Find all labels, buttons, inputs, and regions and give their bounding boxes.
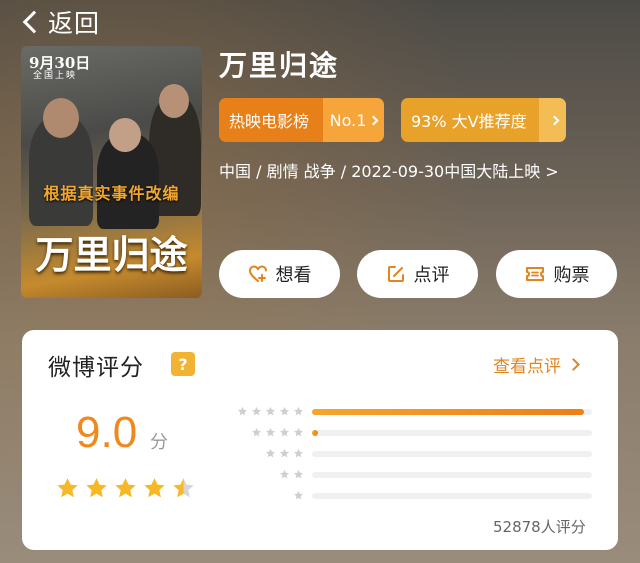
- rating-score-unit: 分: [150, 432, 168, 453]
- ticket-icon: [525, 267, 544, 281]
- rating-card-title: 微博评分: [48, 355, 144, 381]
- rating-distribution-row: [234, 490, 592, 501]
- want-to-watch-label: 想看: [275, 265, 312, 286]
- star-icon: [144, 478, 165, 498]
- small-star-icon: [238, 406, 247, 416]
- poster-tagline: 根据真实事件改编: [43, 184, 180, 203]
- poster-head: [109, 118, 141, 152]
- movie-meta-link[interactable]: 中国 / 剧情 战争 / 2022-09-30中国大陆上映 >: [219, 158, 559, 182]
- chevron-right-icon: [368, 115, 379, 125]
- hot-rank-label: 热映电影榜: [229, 112, 310, 131]
- buy-ticket-button[interactable]: 购票: [496, 250, 617, 298]
- rating-distribution-row: [234, 448, 592, 459]
- rating-bar-track: [312, 430, 592, 436]
- star-icon: [115, 478, 136, 498]
- poster-subtitle: 全国上映: [33, 71, 78, 81]
- poster-head: [43, 98, 79, 138]
- small-star-icon: [266, 427, 275, 437]
- small-star-icon: [266, 406, 275, 416]
- movie-poster[interactable]: 9月30日 全国上映 根据真实事件改编 万里归途: [21, 46, 202, 298]
- rating-bar-fill: [312, 430, 318, 436]
- rating-bar-track: [312, 493, 592, 499]
- help-icon[interactable]: ?: [171, 352, 195, 376]
- view-reviews-link[interactable]: 查看点评: [493, 352, 580, 377]
- chevron-right-icon: [549, 115, 560, 125]
- small-star-icon: [252, 406, 261, 416]
- small-star-icon: [280, 427, 289, 437]
- row-stars: [234, 469, 304, 480]
- star-icon: [86, 478, 107, 498]
- row-stars: [234, 490, 304, 501]
- heart-plus-icon: [248, 265, 267, 282]
- small-star-icon: [252, 427, 261, 437]
- weibo-rating-card: 微博评分 ? 查看点评 9.0 分 52878人评分: [22, 330, 618, 550]
- back-label: 返回: [48, 9, 101, 38]
- help-icon-glyph: ?: [178, 354, 188, 374]
- rating-stars: [55, 476, 196, 501]
- review-label: 点评: [413, 265, 450, 286]
- view-reviews-label: 查看点评: [493, 357, 561, 377]
- chevron-right-icon: [567, 358, 580, 371]
- small-star-icon: [280, 448, 289, 458]
- rating-bar-track: [312, 472, 592, 478]
- watermark: @北京商报: [524, 532, 600, 550]
- small-star-icon: [280, 469, 289, 479]
- poster-title: 万里归途: [35, 232, 188, 277]
- hot-rank-value-box: No.1: [323, 98, 384, 142]
- poster-head: [159, 84, 189, 118]
- small-star-icon: [266, 448, 275, 458]
- small-star-icon: [294, 490, 303, 500]
- row-stars: [234, 448, 304, 459]
- chevron-left-icon: [22, 10, 46, 34]
- recommend-arrow-box: [539, 98, 566, 142]
- star-icon: [173, 478, 194, 498]
- review-button[interactable]: 点评: [357, 250, 478, 298]
- rating-distribution-row: [234, 406, 592, 417]
- hot-rank-tag[interactable]: 热映电影榜 No.1: [219, 98, 384, 142]
- recommend-label: 93% 大V推荐度: [411, 112, 527, 131]
- edit-icon: [387, 266, 404, 282]
- rating-distribution-row: [234, 469, 592, 480]
- small-star-icon: [294, 406, 303, 416]
- rating-bar-track: [312, 409, 592, 415]
- row-stars: [234, 406, 304, 417]
- row-stars: [234, 427, 304, 438]
- small-star-icon: [280, 406, 289, 416]
- hot-rank-value: No.1: [329, 110, 367, 130]
- movie-title: 万里归途: [219, 49, 340, 82]
- small-star-icon: [294, 448, 303, 458]
- rating-score: 9.0: [76, 408, 138, 457]
- back-button[interactable]: 返回: [18, 4, 100, 40]
- star-icon: [57, 478, 78, 498]
- small-star-icon: [294, 427, 303, 437]
- rating-bar-track: [312, 451, 592, 457]
- want-to-watch-button[interactable]: 想看: [219, 250, 340, 298]
- recommend-tag[interactable]: 93% 大V推荐度: [401, 98, 566, 142]
- rating-bar-fill: [312, 409, 584, 415]
- buy-ticket-label: 购票: [553, 265, 590, 286]
- small-star-icon: [294, 469, 303, 479]
- rating-distribution-row: [234, 427, 592, 438]
